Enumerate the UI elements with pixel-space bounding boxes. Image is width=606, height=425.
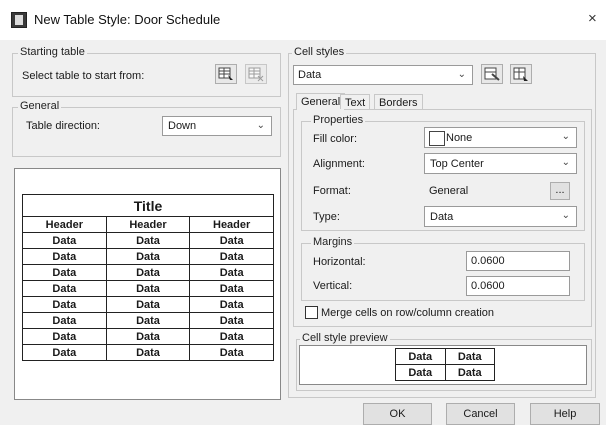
chevron-down-icon: ⌄ [457,69,466,80]
select-table-prompt: Select table to start from: [22,70,145,82]
cancel-button[interactable]: Cancel [446,403,515,425]
horizontal-label: Horizontal: [313,256,366,268]
table-select-icon [218,67,233,80]
chevron-down-icon: ⌄ [561,131,570,142]
preview-cell: Data [105,312,191,329]
merge-checkbox[interactable] [305,306,318,319]
format-browse-button[interactable]: ... [550,182,570,200]
preview-cell: Data [189,296,274,313]
tab-text[interactable]: Text [340,94,371,109]
type-value: Data [430,211,454,223]
new-cell-style-button[interactable] [481,64,503,84]
preview-cell: Data [189,264,274,281]
preview-cell: Data [22,296,107,313]
table-remove-icon [248,67,264,82]
preview-cell: Data [22,328,107,345]
color-swatch [429,131,445,146]
vertical-margin-input[interactable]: 0.0600 [466,276,570,296]
table-direction-label: Table direction: [26,120,100,132]
preview-cell: Data [189,232,274,249]
table-direction-value: Down [168,120,197,132]
preview-cell: Data [22,280,107,297]
preview-cell: Data [105,296,191,313]
properties-label: Properties [311,114,366,126]
preview-cell: Data [105,264,191,281]
preview-cell: Data [22,264,107,281]
chevron-down-icon: ⌄ [561,157,570,168]
fill-color-value: None [446,132,473,144]
preview-cell: Data [444,364,495,381]
preview-cell: Data [105,280,191,297]
close-icon[interactable]: × [588,10,597,27]
fill-color-dropdown[interactable]: None ⌄ [424,127,577,148]
preview-cell: Data [22,248,107,265]
alignment-value: Top Center [430,158,484,170]
margins-label: Margins [311,236,355,248]
alignment-label: Alignment: [313,158,365,170]
preview-header: Header [22,216,107,233]
cell-style-dropdown[interactable]: Data ⌄ [293,65,473,85]
preview-cell: Data [105,344,191,361]
general-label: General [18,100,62,112]
ok-button[interactable]: OK [363,403,432,425]
preview-cell: Data [22,344,107,361]
app-icon [11,12,27,28]
preview-header: Header [189,216,274,233]
select-table-button[interactable] [215,64,237,84]
tab-borders[interactable]: Borders [374,94,423,109]
remove-table-button[interactable] [245,64,267,84]
cell-style-preview-table: Data Data Data Data [395,348,495,381]
preview-cell: Data [22,232,107,249]
type-dropdown[interactable]: Data ⌄ [424,206,577,227]
preview-cell: Data [105,328,191,345]
format-value: General [429,185,469,197]
type-label: Type: [313,211,340,223]
preview-title: Title [22,194,274,217]
chevron-down-icon: ⌄ [256,120,265,131]
window-title: New Table Style: Door Schedule [34,12,221,27]
preview-cell: Data [189,280,274,297]
preview-header: Header [105,216,191,233]
preview-cell: Data [105,248,191,265]
tab-general[interactable]: General [296,93,346,110]
chevron-down-icon: ⌄ [561,210,570,221]
table-direction-dropdown[interactable]: Down ⌄ [162,116,272,136]
preview-cell: Data [395,364,446,381]
new-style-icon [484,67,500,81]
vertical-label: Vertical: [313,280,353,292]
preview-cell: Data [189,312,274,329]
preview-cell: Data [189,344,274,361]
preview-cell: Data [105,232,191,249]
fill-color-label: Fill color: [313,133,358,145]
alignment-dropdown[interactable]: Top Center ⌄ [424,153,577,174]
horizontal-margin-input[interactable]: 0.0600 [466,251,570,271]
format-label: Format: [313,185,351,197]
table-preview: Title Header Header Header Data Data Data … [22,194,274,361]
preview-cell: Data [189,328,274,345]
preview-cell: Data [22,312,107,329]
preview-cell: Data [395,348,446,365]
cell-styles-label: Cell styles [292,46,347,58]
manage-styles-icon [513,67,528,81]
preview-cell: Data [189,248,274,265]
help-button[interactable]: Help [530,403,600,425]
preview-cell: Data [444,348,495,365]
cell-style-value: Data [298,69,322,81]
manage-cell-styles-button[interactable] [510,64,532,84]
cell-style-preview-label: Cell style preview [300,332,390,344]
starting-table-label: Starting table [18,46,87,58]
merge-label: Merge cells on row/column creation [321,307,495,319]
